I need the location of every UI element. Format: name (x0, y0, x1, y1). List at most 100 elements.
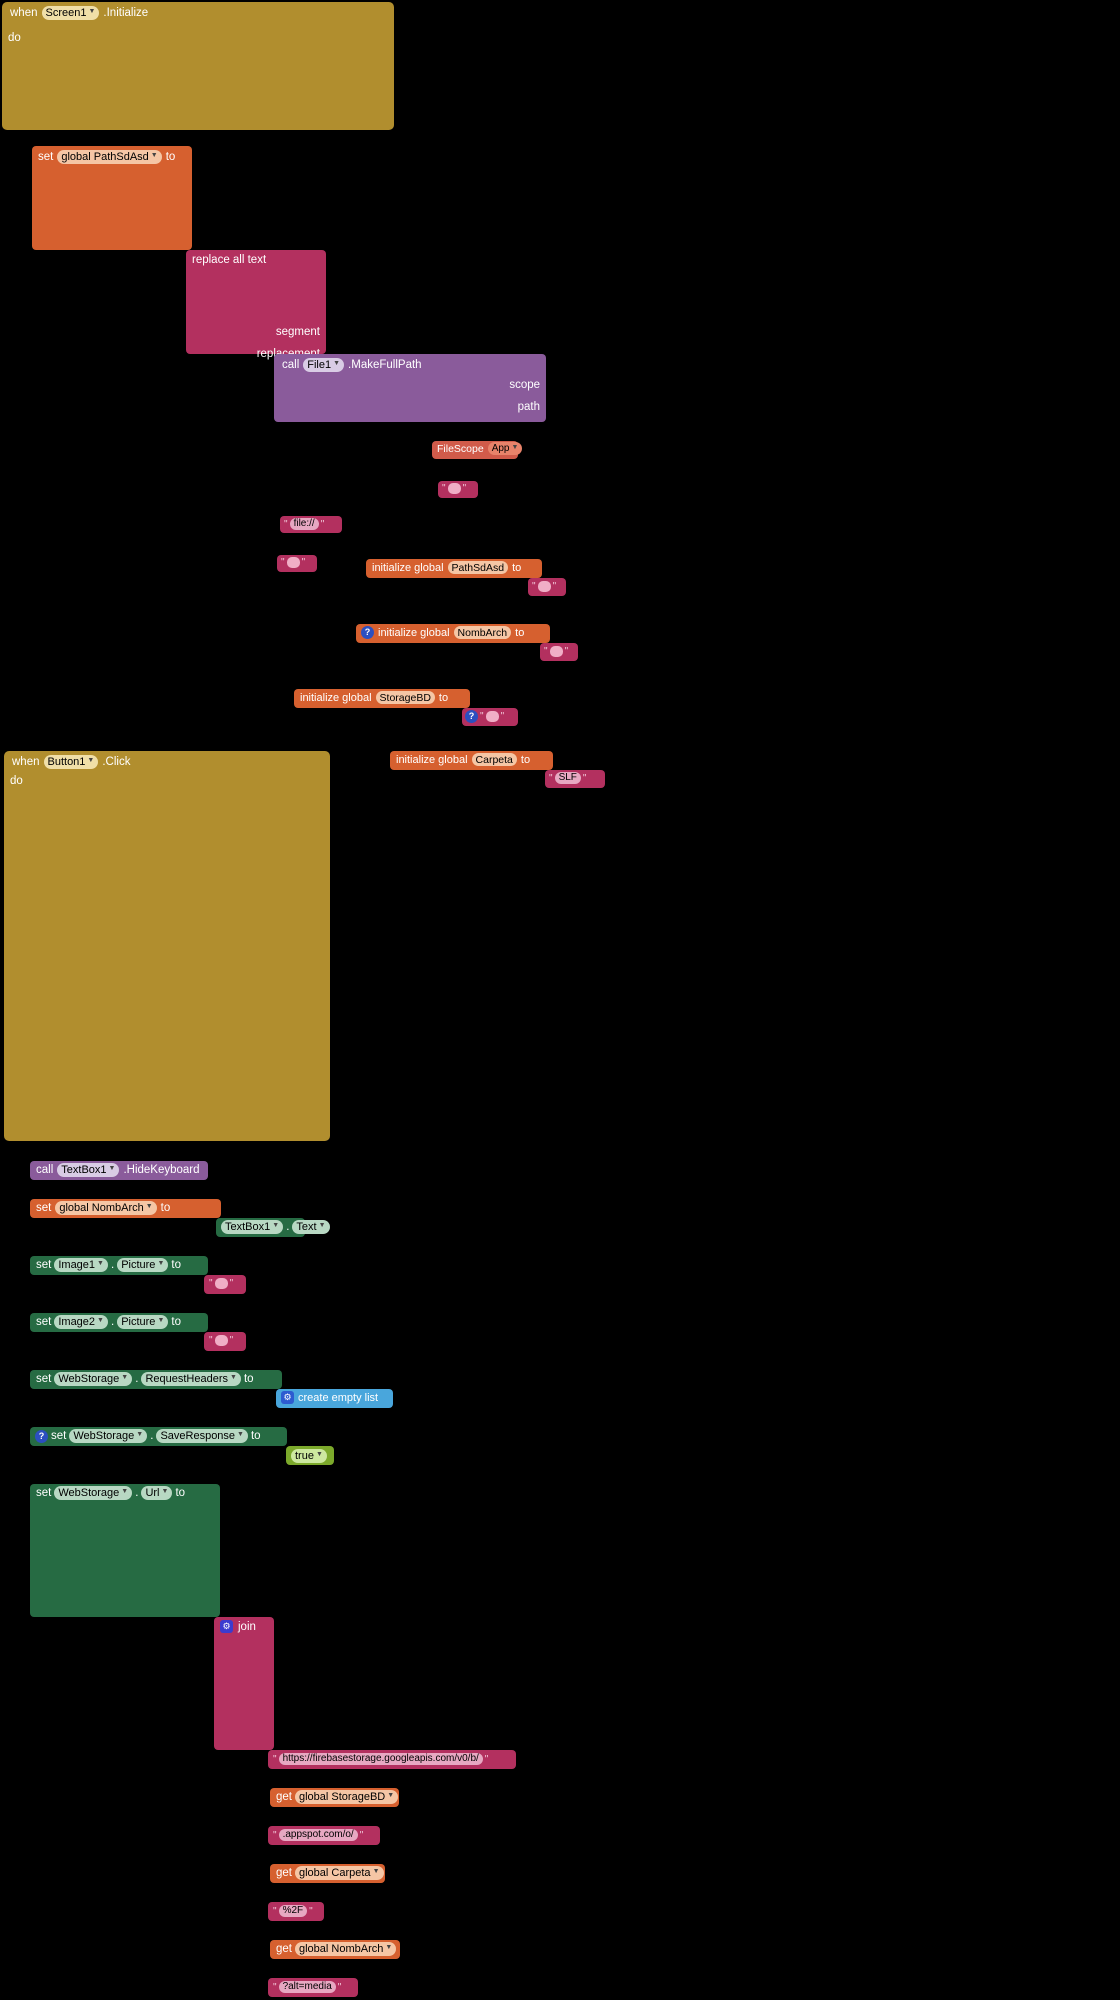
chevron-down-icon: ▼ (157, 1317, 165, 1324)
to-keyword: to (515, 626, 525, 639)
quote-close: " (301, 557, 306, 568)
component-dropdown-webstorage[interactable]: WebStorage ▼ (54, 1372, 133, 1386)
filescope-dropdown[interactable]: App ▼ (487, 442, 523, 455)
component-dropdown-image1[interactable]: Image1 ▼ (54, 1258, 108, 1272)
block-text-empty-g2[interactable]: ? " " (462, 708, 518, 726)
block-get-global-storagebd[interactable]: get global StorageBD ▼ (270, 1788, 399, 1807)
block-text-empty-g0[interactable]: " " (528, 578, 566, 596)
variable-dropdown[interactable]: global Carpeta ▼ (295, 1866, 384, 1880)
property-dropdown-picture[interactable]: Picture ▼ (117, 1315, 169, 1329)
event-name: .Click (102, 756, 131, 768)
block-text-empty-g1[interactable]: " " (540, 643, 578, 661)
block-filescope-app[interactable]: FileScope App ▼ (432, 441, 523, 459)
property-dropdown-saveresponse[interactable]: SaveResponse ▼ (156, 1429, 248, 1443)
chevron-down-icon: ▼ (87, 757, 95, 764)
empty-text-field[interactable] (286, 557, 300, 568)
chevron-down-icon: ▼ (121, 1488, 129, 1495)
event-component-dropdown[interactable]: Button1 ▼ (43, 755, 99, 769)
empty-text-field[interactable] (214, 1335, 228, 1346)
component-dropdown-file1[interactable]: File1 ▼ (303, 358, 345, 372)
block-set-global-pathsdasd[interactable]: set global PathSdAsd ▼ to (32, 146, 192, 250)
mutator-gear-icon[interactable]: ⚙ (220, 1620, 233, 1633)
block-init-global-storagebd[interactable]: initialize global StorageBD to (294, 689, 470, 708)
empty-text-field[interactable] (485, 711, 499, 722)
block-text-appspot-o[interactable]: " .appspot.com/o/ " (268, 1826, 380, 1845)
quote-close: " (582, 772, 587, 784)
global-name-field[interactable]: NombArch (453, 626, 512, 639)
global-name-field[interactable]: StorageBD (375, 691, 435, 704)
component-dropdown-webstorage[interactable]: WebStorage ▼ (69, 1429, 148, 1443)
global-name-field[interactable]: PathSdAsd (447, 561, 509, 574)
quote-close: " (359, 1829, 364, 1841)
text-value[interactable]: .appspot.com/o/ (278, 1829, 358, 1841)
variable-dropdown[interactable]: global StorageBD ▼ (295, 1790, 399, 1804)
block-set-global-nombarch[interactable]: set global NombArch ▼ to (30, 1199, 221, 1218)
event-component-dropdown[interactable]: Screen1 ▼ (41, 6, 100, 20)
empty-text-field[interactable] (447, 483, 461, 494)
property-dropdown-requestheaders[interactable]: RequestHeaders ▼ (141, 1372, 241, 1386)
block-set-webstorage-saveresponse[interactable]: ? set WebStorage ▼ . SaveResponse ▼ to (30, 1427, 287, 1446)
chevron-down-icon: ▼ (150, 152, 158, 159)
text-value[interactable]: https://firebasestorage.googleapis.com/v… (278, 1753, 483, 1765)
property-dropdown-url[interactable]: Url ▼ (141, 1486, 173, 1500)
block-call-textbox1-hidekeyboard[interactable]: call TextBox1 ▼ .HideKeyboard (30, 1161, 208, 1180)
text-value[interactable]: %2F (278, 1905, 308, 1917)
block-text-empty-image1[interactable]: " " (204, 1275, 246, 1294)
block-call-file1-makefullpath[interactable]: call File1 ▼ .MakeFullPath scope path (274, 354, 546, 422)
block-create-empty-list[interactable]: ⚙ create empty list (276, 1389, 393, 1408)
global-variable-dropdown[interactable]: global PathSdAsd ▼ (57, 150, 162, 164)
quote-open: " (544, 646, 548, 657)
warning-question-icon[interactable]: ? (35, 1429, 48, 1443)
to-keyword: to (171, 1316, 181, 1328)
block-join-url[interactable]: ⚙ join (214, 1617, 274, 1750)
chevron-down-icon: ▼ (272, 1222, 280, 1229)
block-text-slf[interactable]: " SLF " (545, 770, 605, 788)
block-get-textbox1-text[interactable]: TextBox1 ▼ . Text ▼ (216, 1218, 330, 1237)
block-get-global-nombarch[interactable]: get global NombArch ▼ (270, 1940, 400, 1959)
text-value[interactable]: SLF (554, 772, 581, 784)
empty-text-field[interactable] (549, 646, 563, 657)
chevron-down-icon: ▼ (136, 1431, 144, 1438)
block-init-global-carpeta[interactable]: initialize global Carpeta to (390, 751, 553, 770)
block-text-percent-2f[interactable]: " %2F " (268, 1902, 324, 1921)
empty-text-field[interactable] (537, 581, 551, 592)
empty-text-field[interactable] (214, 1278, 228, 1289)
block-replace-all-text[interactable]: replace all text segment replacement (186, 250, 326, 360)
set-keyword: set (36, 1316, 52, 1328)
mutator-gear-icon[interactable]: ⚙ (281, 1391, 294, 1404)
block-set-webstorage-requestheaders[interactable]: set WebStorage ▼ . RequestHeaders ▼ to (30, 1370, 282, 1389)
block-text-alt-media[interactable]: " ?alt=media " (268, 1978, 358, 1997)
block-text-empty-replacement[interactable]: " " (277, 555, 317, 572)
component-dropdown-textbox1[interactable]: TextBox1 ▼ (57, 1163, 120, 1177)
property-dropdown-text[interactable]: Text ▼ (292, 1220, 330, 1234)
warning-question-icon[interactable]: ? (465, 710, 478, 723)
logic-dropdown[interactable]: true ▼ (291, 1449, 327, 1463)
block-init-global-pathsdasd[interactable]: initialize global PathSdAsd to (366, 559, 542, 578)
text-value[interactable]: file:// (289, 518, 319, 530)
chevron-down-icon: ▼ (385, 1944, 393, 1951)
to-keyword: to (512, 561, 522, 574)
block-set-image2-picture[interactable]: set Image2 ▼ . Picture ▼ to (30, 1313, 208, 1332)
block-text-file-protocol[interactable]: " file:// " (280, 516, 342, 533)
global-variable-dropdown[interactable]: global NombArch ▼ (55, 1201, 157, 1215)
block-text-firebase-url[interactable]: " https://firebasestorage.googleapis.com… (268, 1750, 516, 1769)
warning-question-icon[interactable]: ? (361, 626, 374, 639)
global-name-field[interactable]: Carpeta (471, 753, 517, 766)
component-dropdown-image2[interactable]: Image2 ▼ (54, 1315, 108, 1329)
block-button1-click[interactable]: when Button1 ▼ .Click do (4, 751, 330, 1141)
block-logic-true[interactable]: true ▼ (286, 1446, 334, 1465)
block-init-global-nombarch[interactable]: ? initialize global NombArch to (356, 624, 550, 643)
block-set-image1-picture[interactable]: set Image1 ▼ . Picture ▼ to (30, 1256, 208, 1275)
block-text-empty-path[interactable]: " " (438, 481, 478, 498)
block-screen1-initialize[interactable]: when Screen1 ▼ .Initialize do (2, 2, 394, 130)
component-dropdown-textbox1[interactable]: TextBox1 ▼ (221, 1220, 284, 1234)
dot: . (135, 1487, 139, 1499)
block-text-empty-image2[interactable]: " " (204, 1332, 246, 1351)
do-keyword: do (8, 32, 21, 44)
property-dropdown-picture[interactable]: Picture ▼ (117, 1258, 169, 1272)
component-dropdown-webstorage[interactable]: WebStorage ▼ (54, 1486, 133, 1500)
block-set-webstorage-url[interactable]: set WebStorage ▼ . Url ▼ to (30, 1484, 220, 1617)
variable-dropdown[interactable]: global NombArch ▼ (295, 1942, 397, 1956)
text-value[interactable]: ?alt=media (278, 1981, 336, 1993)
block-get-global-carpeta[interactable]: get global Carpeta ▼ (270, 1864, 385, 1883)
